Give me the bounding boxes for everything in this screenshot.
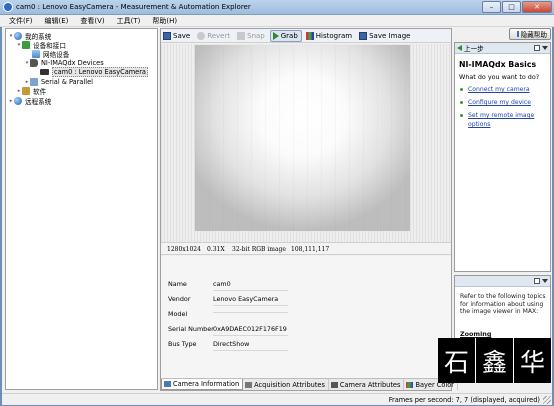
serial-port-icon: [30, 77, 38, 86]
camera-viewer: Save Revert Snap Grab Histogram Save Ima…: [160, 28, 458, 391]
camera-image[interactable]: [195, 45, 410, 231]
histogram-icon: [305, 31, 314, 40]
info-row-serial: Serial Number 0xA9DAEC012F176F19: [168, 323, 448, 336]
info-row-bus-type: Bus Type DirectShow: [168, 338, 448, 351]
link-zooming[interactable]: Zooming: [460, 330, 491, 338]
menu-view[interactable]: 查看(V): [71, 15, 107, 26]
status-bar: Frames per second: 7, 7 (displayed, acqu…: [2, 393, 552, 405]
link-connect-camera[interactable]: Connect my camera: [458, 85, 550, 94]
save-image-button[interactable]: Save Image: [357, 30, 413, 42]
app-icon: [3, 2, 13, 12]
remote-system-icon: [14, 96, 22, 105]
help-question: What do you want to do?: [459, 73, 540, 81]
hide-help-icon: [513, 31, 519, 37]
watermark-char: 石: [438, 338, 476, 383]
panel-menu-icon[interactable]: [542, 46, 548, 50]
camera-icon: [40, 68, 49, 75]
watermark-char: 华: [514, 338, 552, 383]
menu-bar: 文件(F) 编辑(E) 查看(V) 工具(T) 帮助(H): [0, 15, 554, 27]
back-button[interactable]: 上一步: [464, 43, 484, 53]
image-info-bar: 1280x1024 0.31X 32-bit RGB image 108,111…: [161, 242, 451, 255]
system-icon: [14, 31, 22, 40]
window-title: cam0 : Lenovo EasyCamera - Measurement &…: [16, 3, 251, 11]
save-button[interactable]: Save: [161, 30, 193, 42]
grab-button[interactable]: Grab: [269, 29, 302, 42]
save-image-icon: [359, 31, 368, 40]
restore-panel-icon[interactable]: [534, 45, 540, 51]
save-icon: [163, 31, 171, 40]
image-resolution: 1280x1024: [167, 246, 201, 253]
menu-help[interactable]: 帮助(H): [143, 15, 180, 26]
revert-button[interactable]: Revert: [195, 30, 233, 42]
minimize-button[interactable]: –: [482, 1, 501, 13]
snap-icon: [237, 31, 246, 40]
help-links: Connect my camera Configure my device Se…: [458, 85, 550, 133]
back-arrow-icon[interactable]: [457, 45, 462, 51]
help-topics-text: Refer to the following topics for inform…: [460, 293, 546, 315]
info-row-model: Model: [168, 308, 448, 318]
menu-tools[interactable]: 工具(T): [108, 15, 144, 26]
software-icon: [22, 86, 30, 95]
network-icon: [32, 49, 40, 58]
tab-acquisition-attributes[interactable]: Acquisition Attributes: [243, 379, 329, 390]
play-icon: [272, 31, 279, 40]
histogram-button[interactable]: Histogram: [304, 30, 355, 42]
viewer-tabs: Camera Information Acquisition Attribute…: [161, 378, 458, 390]
image-display[interactable]: [161, 44, 451, 242]
help-title: NI-IMAQdx Basics: [459, 60, 537, 69]
pixel-value: 108,111,117: [291, 246, 330, 253]
frames-per-second: Frames per second: 7, 7 (displayed, acqu…: [388, 396, 540, 404]
hide-help-button[interactable]: 隐藏帮助: [508, 28, 551, 40]
window-controls: – □ ✕: [482, 1, 552, 13]
camera-information-panel: Name cam0 Vendor Lenovo EasyCamera Model…: [161, 256, 451, 378]
tab-camera-attributes[interactable]: Camera Attributes: [329, 379, 405, 390]
menu-edit[interactable]: 编辑(E): [36, 15, 72, 26]
restore-panel-icon[interactable]: [534, 278, 540, 284]
acquisition-icon: [245, 381, 253, 388]
panel-menu-icon[interactable]: [542, 279, 548, 283]
info-icon: [164, 381, 171, 387]
help-panel-basics: 上一步 NI-IMAQdx Basics What do you want to…: [454, 42, 551, 272]
link-configure-device[interactable]: Configure my device: [458, 98, 550, 107]
tree-item-network-devices[interactable]: 网络设备: [32, 49, 69, 59]
tree-item-software[interactable]: ▸ 软件: [16, 86, 46, 96]
tree-item-remote-systems[interactable]: ▸ 远程系统: [8, 96, 51, 106]
title-bar[interactable]: cam0 : Lenovo EasyCamera - Measurement &…: [0, 0, 554, 15]
camera-name-field[interactable]: cam0: [213, 280, 288, 291]
menu-file[interactable]: 文件(F): [0, 15, 36, 26]
resize-grip-icon[interactable]: [543, 396, 551, 404]
watermark: 石 鑫 华: [438, 338, 552, 383]
snap-button[interactable]: Snap: [235, 30, 268, 42]
camera-folder-icon: [30, 58, 38, 67]
camera-attributes-icon: [330, 381, 338, 388]
devices-icon: [22, 40, 30, 49]
image-format: 32-bit RGB image: [232, 246, 286, 253]
viewer-toolbar: Save Revert Snap Grab Histogram Save Ima…: [161, 29, 451, 43]
revert-icon: [197, 31, 206, 40]
watermark-char: 鑫: [476, 338, 514, 383]
info-row-vendor: Vendor Lenovo EasyCamera: [168, 293, 448, 306]
image-zoom: 0.31X: [207, 246, 225, 253]
configuration-tree[interactable]: ▾ 我的系统 ▾ 设备和接口 网络设备 ▾ NI-IMAQdx Devices …: [5, 28, 158, 390]
bayer-color-icon: [406, 381, 414, 388]
help-nav-bar: 上一步: [455, 43, 550, 54]
link-remote-image-options[interactable]: Set my remote image options: [458, 111, 550, 129]
tab-camera-information[interactable]: Camera Information: [161, 379, 244, 390]
close-button[interactable]: ✕: [522, 1, 552, 13]
help-topics-bar: [455, 276, 550, 287]
tree-item-camera[interactable]: cam0 : Lenovo EasyCamera: [40, 66, 148, 77]
info-row-name: Name cam0: [168, 278, 448, 291]
maximize-button[interactable]: □: [502, 1, 521, 13]
